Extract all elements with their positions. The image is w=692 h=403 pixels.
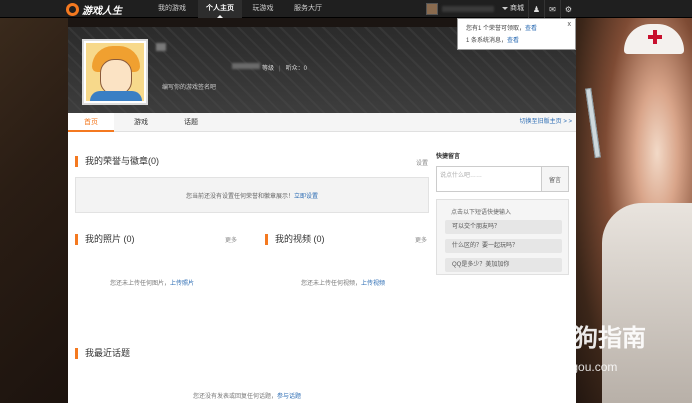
red-cross-icon — [648, 30, 662, 44]
logo-icon — [66, 2, 79, 16]
nav-service-hall[interactable]: 服务大厅 — [286, 0, 330, 18]
topics-empty-text: 您还没有发表或回复任何话题， — [193, 394, 278, 400]
videos-empty-text: 您还未上传任何视频， — [301, 281, 362, 287]
signature-prompt[interactable]: 编写你的游戏签名吧 — [162, 82, 216, 91]
user-avatar-small[interactable] — [426, 3, 438, 15]
profile-tabs: 首页 游戏 话题 切换至旧版主页 > > — [68, 113, 576, 132]
close-icon[interactable]: x — [568, 21, 572, 28]
quick-phrase-option[interactable]: QQ是多少？美加加你 — [445, 258, 562, 272]
avatar-face — [100, 59, 132, 95]
tab-games[interactable]: 游戏 — [118, 113, 164, 132]
videos-empty: 您还未上传任何视频，上传视频 — [301, 278, 385, 287]
notification-popup: x 您有1 个荣誉可领取，查看 1 条系统消息，查看 — [457, 18, 576, 50]
quick-phrases-box: 点击以下短语快捷输入 可以交个朋友吗？ 什么区的？要一起玩吗？ QQ是多少？美加… — [436, 199, 569, 275]
watermark-text: 搜狗指南 — [550, 325, 646, 352]
videos-more-link[interactable]: 更多 — [415, 235, 427, 244]
profile-stats-blurred — [232, 63, 260, 69]
photos-title: 我的照片 (0) — [75, 234, 135, 245]
user-icon[interactable]: ♟ — [528, 0, 544, 18]
profile-panel: 等级 | 听众：0 编写你的游戏签名吧 首页 游戏 话题 切换至旧版主页 > > 我… — [68, 27, 576, 403]
avatar-image — [86, 43, 144, 101]
profile-name-blurred — [156, 43, 166, 51]
mail-icon[interactable]: ✉ — [544, 0, 560, 18]
watermark-url: zhinan.sogou.com — [520, 360, 618, 374]
notification-system: 1 条系统消息，查看 — [466, 35, 567, 47]
background-art-left — [0, 18, 68, 403]
user-name-blurred[interactable] — [442, 6, 494, 12]
top-navbar: 游戏人生 我的游戏 个人主页 玩游戏 服务大厅 商城 ♟ ✉ ⚙ — [0, 0, 692, 18]
honors-empty-text: 您当前还没有设置任何荣誉和徽章展示！ — [185, 193, 294, 200]
quick-phrases-hint: 点击以下短语快捷输入 — [451, 210, 512, 216]
avatar-shirt — [90, 91, 142, 101]
mall-link[interactable]: 商城 — [510, 0, 524, 18]
photos-empty: 您还未上传任何图片，上传照片 — [110, 278, 194, 287]
honors-settings-link[interactable]: 设置 — [416, 158, 428, 167]
quick-message-title: 快捷留言 — [436, 154, 461, 160]
upload-video-link[interactable]: 上传视频 — [361, 281, 385, 287]
honors-title: 我的荣誉与徽章(0) — [75, 156, 159, 167]
logo-text: 游戏人生 — [82, 5, 122, 17]
photos-more-link[interactable]: 更多 — [225, 235, 237, 244]
topics-empty: 您还没有发表或回复任何话题，参与话题 — [193, 391, 301, 400]
tab-home[interactable]: 首页 — [68, 113, 114, 132]
photos-empty-text: 您还未上传任何图片， — [110, 281, 171, 287]
notification-honor: 您有1 个荣誉可领取，查看 — [466, 23, 567, 35]
syringe-icon — [585, 87, 601, 159]
notification-honor-link[interactable]: 查看 — [525, 26, 537, 32]
honors-empty-box: 您当前还没有设置任何荣誉和徽章展示！ 立即设置 — [75, 177, 429, 213]
chevron-down-icon[interactable] — [502, 7, 508, 13]
avatar[interactable] — [82, 39, 148, 105]
quick-phrase-option[interactable]: 可以交个朋友吗？ — [445, 220, 562, 234]
nav-personal-home[interactable]: 个人主页 — [198, 0, 242, 18]
sogou-logo-icon: S — [522, 322, 548, 349]
nav-play-games[interactable]: 玩游戏 — [246, 0, 280, 18]
quick-message-input[interactable]: 说点什么吧…… — [436, 166, 542, 192]
notification-system-link[interactable]: 查看 — [507, 38, 519, 44]
join-topic-link[interactable]: 参与话题 — [277, 394, 301, 400]
upload-photo-link[interactable]: 上传照片 — [170, 281, 194, 287]
level-label: 等级 — [262, 66, 275, 72]
nav-my-games[interactable]: 我的游戏 — [150, 0, 194, 18]
gear-icon[interactable]: ⚙ — [560, 0, 576, 18]
site-logo[interactable]: 游戏人生 — [66, 2, 122, 17]
notification-system-text: 1 条系统消息， — [466, 38, 508, 44]
fans-count: 听众：0 — [285, 66, 307, 72]
profile-stats: 等级 | 听众：0 — [262, 66, 307, 72]
quick-phrase-option[interactable]: 什么区的？要一起玩吗？ — [445, 239, 562, 253]
quick-message-submit-button[interactable]: 留言 — [541, 166, 569, 192]
tab-topics[interactable]: 话题 — [168, 113, 214, 132]
honors-setup-link[interactable]: 立即设置 — [294, 191, 318, 200]
old-version-link[interactable]: 切换至旧版主页 > > — [520, 113, 572, 132]
videos-title: 我的视频 (0) — [265, 234, 325, 245]
topics-title: 我最近话题 — [75, 348, 130, 359]
notification-honor-text: 您有1 个荣誉可领取， — [466, 26, 526, 32]
sogou-watermark: S 搜狗指南 — [522, 318, 646, 353]
